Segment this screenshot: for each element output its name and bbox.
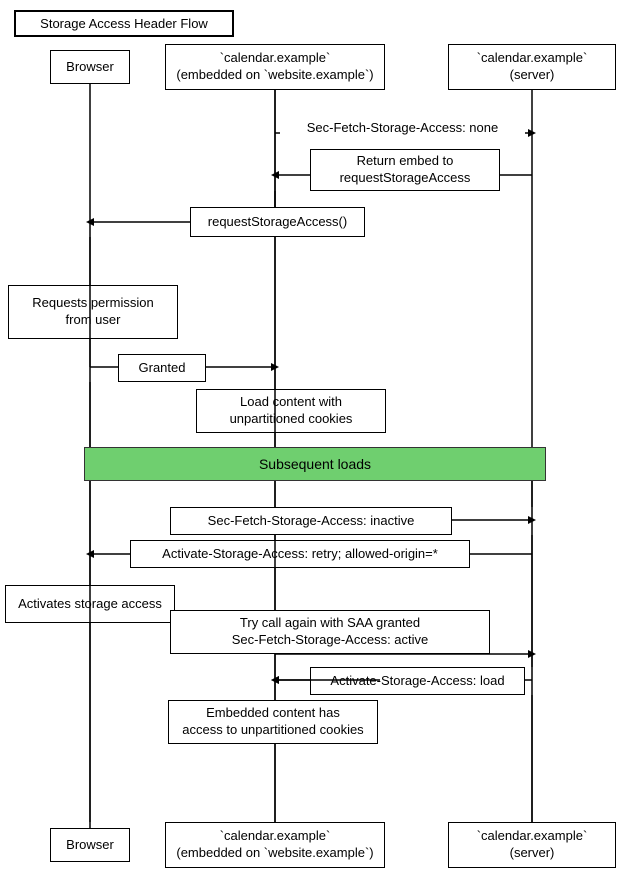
diagram: Storage Access Header Flow Browser `cale… <box>0 0 636 888</box>
sec-fetch-none-label: Sec-Fetch-Storage-Access: none <box>280 120 525 137</box>
calendar-server-top-actor: `calendar.example` (server) <box>448 44 616 90</box>
try-call-again-box: Try call again with SAA granted Sec-Fetc… <box>170 610 490 654</box>
requests-permission-label: Requests permission from user <box>8 285 178 339</box>
sec-fetch-inactive-label: Sec-Fetch-Storage-Access: inactive <box>170 507 452 535</box>
calendar-embedded-bottom-actor: `calendar.example` (embedded on `website… <box>165 822 385 868</box>
browser-bottom-actor: Browser <box>50 828 130 862</box>
granted-box: Granted <box>118 354 206 382</box>
calendar-server-bottom-actor: `calendar.example` (server) <box>448 822 616 868</box>
subsequent-loads-bar: Subsequent loads <box>84 447 546 481</box>
activates-storage-label: Activates storage access <box>5 585 175 623</box>
activate-load-label: Activate-Storage-Access: load <box>310 667 525 695</box>
calendar-embedded-top-actor: `calendar.example` (embedded on `website… <box>165 44 385 90</box>
return-embed-box: Return embed to requestStorageAccess <box>310 149 500 191</box>
diagram-title: Storage Access Header Flow <box>14 10 234 37</box>
request-storage-access-box: requestStorageAccess() <box>190 207 365 237</box>
load-content-box: Load content with unpartitioned cookies <box>196 389 386 433</box>
activate-retry-label: Activate-Storage-Access: retry; allowed-… <box>130 540 470 568</box>
embedded-content-box: Embedded content has access to unpartiti… <box>168 700 378 744</box>
browser-top-actor: Browser <box>50 50 130 84</box>
